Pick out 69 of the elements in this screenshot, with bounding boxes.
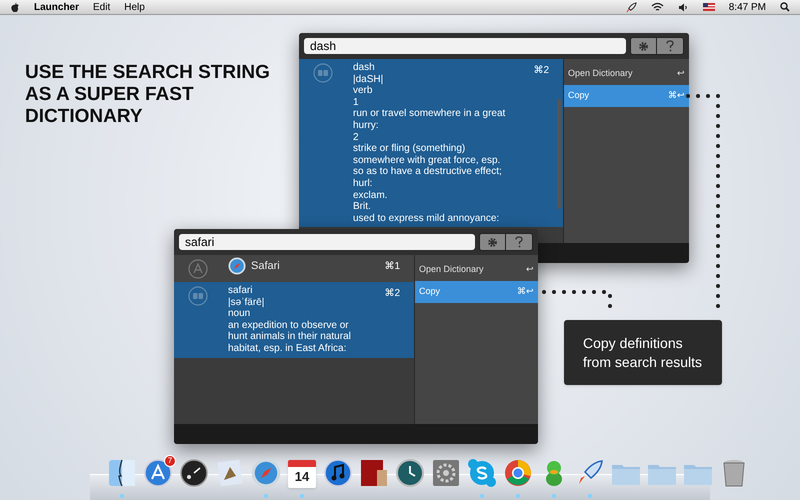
- music-note-icon[interactable]: [323, 458, 353, 488]
- apple-icon[interactable]: [10, 2, 20, 12]
- settings-button[interactable]: [630, 37, 657, 55]
- clock-icon[interactable]: [395, 458, 425, 488]
- cloud-icon[interactable]: [467, 458, 497, 488]
- definition-text: hurl:: [353, 178, 374, 190]
- flag-icon[interactable]: [702, 3, 715, 11]
- search-field[interactable]: dash: [304, 38, 626, 54]
- definition-text: safari: [228, 285, 254, 297]
- calendar-icon[interactable]: 14: [288, 460, 316, 488]
- trash-icon[interactable]: [721, 458, 747, 488]
- compass-icon: [228, 257, 246, 275]
- definition-text: hunt animals in their natural: [228, 331, 352, 343]
- result-row[interactable]: safari |səˈfärē| noun an expedition to observe or hunt animals in their natural habitat, esp. in East Africa: ⌘2: [174, 282, 414, 358]
- definition-text: 2: [353, 132, 360, 144]
- result-title: Safari: [251, 258, 280, 274]
- search-field[interactable]: safari: [179, 234, 475, 250]
- curtain-icon[interactable]: [359, 458, 389, 488]
- wifi-icon[interactable]: [650, 2, 664, 12]
- menu-item[interactable]: Edit: [93, 0, 110, 14]
- result-row[interactable]: [299, 59, 563, 228]
- shortcut-label: ⌘2: [533, 64, 549, 78]
- definition-text: verb: [353, 85, 374, 97]
- clock-text[interactable]: 8:47 PM: [728, 0, 766, 14]
- calendar-date: 14: [294, 468, 310, 486]
- settings-button[interactable]: [479, 233, 506, 251]
- definition-text: |səˈfärē|: [228, 296, 266, 308]
- book-icon: [313, 63, 333, 83]
- chrome-icon[interactable]: [503, 458, 533, 488]
- help-icon: [515, 236, 523, 248]
- book-icon: [188, 286, 208, 306]
- result-row[interactable]: Safari ⌘1: [174, 255, 414, 282]
- compass-icon: [251, 458, 281, 488]
- shortcut-label: ⌘1: [384, 260, 400, 274]
- callout-text: Copy definitions from search results: [583, 334, 703, 372]
- search-icon[interactable]: [780, 2, 790, 12]
- definition-text: somewhere with great force, esp.: [353, 154, 502, 166]
- headline: USE THE SEARCH STRING AS A SUPER FAST DICTIONARY: [25, 62, 271, 128]
- scrollbar[interactable]: [557, 99, 561, 209]
- definition-text: strike or fling (something): [353, 143, 466, 155]
- definition-text: hurry:: [353, 120, 380, 132]
- definition-text: run or travel somewhere in a great: [353, 108, 506, 120]
- action-item[interactable]: Open Dictionary ↩: [564, 63, 689, 85]
- help-icon: [666, 40, 674, 52]
- menu-item[interactable]: Help: [124, 0, 145, 14]
- gauge-icon[interactable]: [179, 458, 209, 488]
- definition-text: dash: [353, 62, 376, 74]
- gear-icon: [638, 40, 649, 52]
- definition-text: so as to have a destructive effect;: [353, 166, 503, 178]
- help-button[interactable]: [506, 233, 533, 251]
- definition-text: |daSH|: [353, 74, 384, 86]
- definition-text: habitat, esp. in East Africa:: [228, 342, 348, 355]
- help-button[interactable]: [657, 37, 684, 55]
- speaker-icon[interactable]: [678, 2, 689, 12]
- definition-text: Brit.: [353, 201, 372, 213]
- definition-text: 1: [353, 96, 360, 108]
- app-menu[interactable]: Launcher: [34, 0, 80, 14]
- gear-icon[interactable]: [431, 458, 461, 488]
- shortcut-label: ⌘2: [384, 287, 400, 301]
- app-store-icon[interactable]: [143, 458, 173, 488]
- definition-text: noun: [228, 308, 252, 320]
- action-item[interactable]: Open Dictionary ↩: [415, 259, 538, 281]
- gear-icon: [487, 236, 498, 248]
- app-store-icon: [188, 259, 208, 279]
- definition-text: used to express mild annoyance:: [353, 212, 500, 224]
- definition-text: exclam.: [353, 190, 388, 202]
- notification-badge: 7: [164, 455, 176, 467]
- definition-text: an expedition to observe or: [228, 320, 350, 332]
- rocket-icon[interactable]: [626, 2, 637, 12]
